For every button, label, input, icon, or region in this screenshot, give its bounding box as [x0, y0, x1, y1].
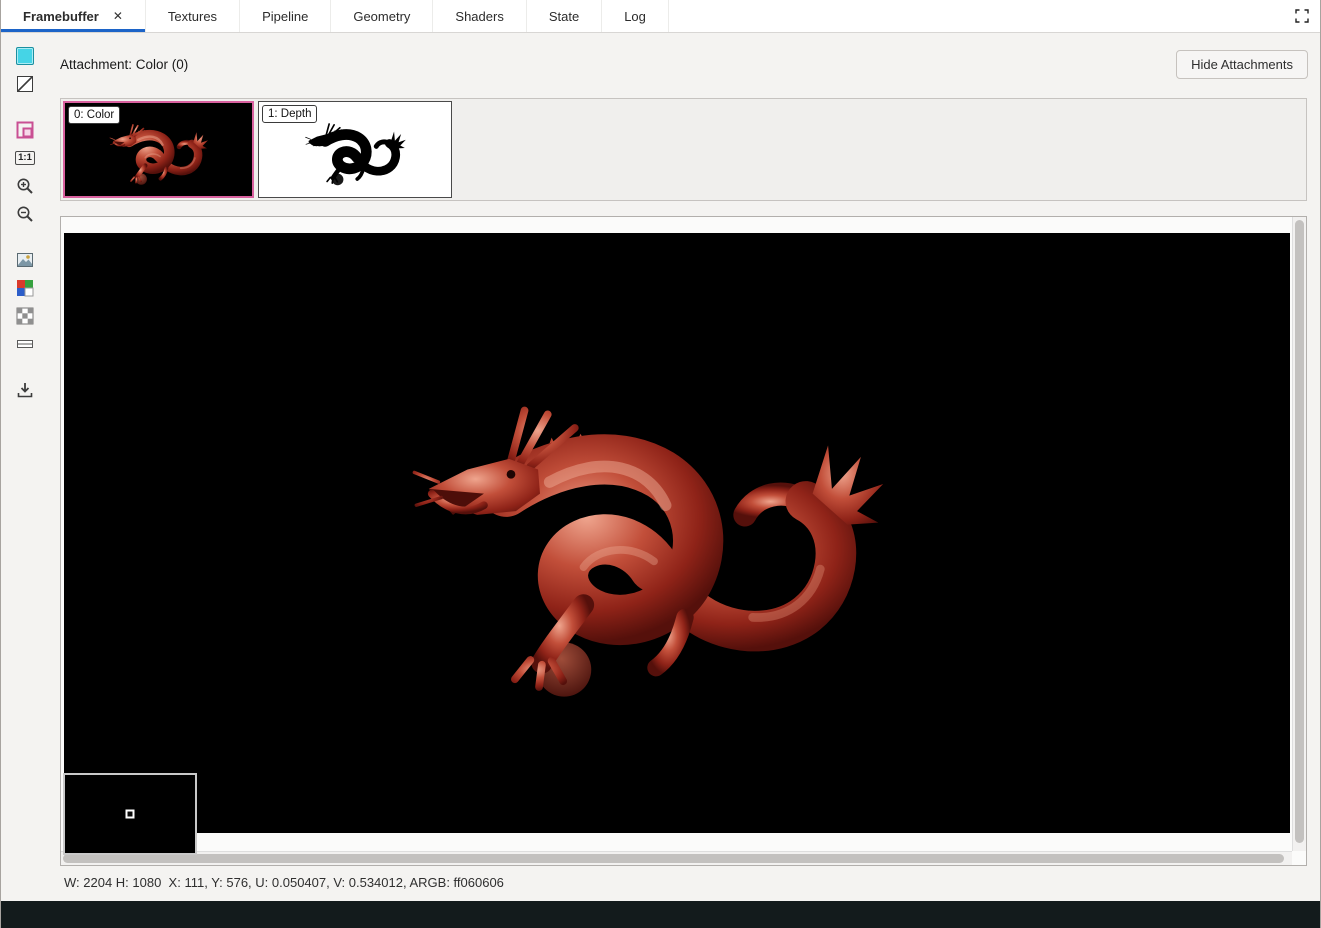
left-toolbar: 1:1 [1, 33, 49, 901]
tab-state-label: State [548, 8, 580, 24]
horizontal-scrollbar-thumb[interactable] [63, 854, 1284, 863]
render-canvas[interactable] [64, 233, 1290, 833]
alpha-slash-icon [16, 75, 34, 93]
attachment-label: Attachment: Color (0) [60, 56, 189, 72]
horizontal-scrollbar[interactable] [61, 851, 1292, 865]
tab-geometry-label: Geometry [353, 8, 411, 24]
texture-viewport [60, 216, 1307, 866]
tab-textures[interactable]: Textures [146, 0, 241, 32]
flip-icon [16, 121, 34, 139]
pixel-status-text: W: 2204 H: 1080 X: 111, Y: 576, U: 0.050… [64, 875, 504, 890]
tab-state[interactable]: State [527, 0, 603, 32]
tab-framebuffer[interactable]: Framebuffer ✕ [1, 0, 146, 32]
tab-shaders-label: Shaders [455, 8, 504, 24]
attachment-depth-badge: 1: Depth [262, 105, 318, 123]
hide-attachments-button[interactable]: Hide Attachments [1176, 49, 1308, 79]
fullscreen-button[interactable] [1284, 0, 1320, 32]
main-body: 1:1 Attachment: Color (0) Hide Attachmen… [1, 33, 1320, 901]
zoom-out-button[interactable] [14, 204, 36, 224]
tab-bar: Framebuffer ✕ Textures Pipeline Geometry… [1, 0, 1320, 33]
solid-color-swatch-icon [16, 47, 34, 65]
tab-pipeline-label: Pipeline [262, 8, 309, 24]
vertical-scrollbar[interactable] [1292, 217, 1306, 851]
tab-bar-spacer [669, 0, 1284, 32]
attachment-color-badge: 0: Color [68, 106, 121, 124]
tab-textures-label: Textures [167, 8, 218, 24]
tab-pipeline[interactable]: Pipeline [240, 0, 332, 32]
attachments-strip: 0: Color 1: Depth [60, 98, 1307, 201]
tab-log-label: Log [624, 8, 646, 24]
zoom-in-button[interactable] [14, 176, 36, 196]
close-tab-icon[interactable]: ✕ [113, 9, 123, 23]
zoom-in-icon [17, 178, 33, 194]
dragon-render [395, 371, 898, 713]
attachment-depth-thumbnail[interactable]: 1: Depth [258, 101, 452, 198]
vertical-scrollbar-thumb[interactable] [1295, 220, 1304, 843]
status-bar: W: 2204 H: 1080 X: 111, Y: 576, U: 0.050… [64, 875, 504, 893]
range-bar-icon [17, 340, 33, 348]
one-to-one-icon: 1:1 [15, 151, 35, 165]
save-download-icon [17, 383, 33, 398]
bottom-bar [1, 901, 1320, 928]
rgb-channels-button[interactable] [14, 278, 36, 298]
attachment-color-thumbnail[interactable]: 0: Color [63, 101, 254, 198]
alpha-background-button[interactable] [14, 74, 36, 94]
save-image-button[interactable] [14, 380, 36, 400]
flip-y-button[interactable] [14, 120, 36, 140]
checkerboard-icon [16, 307, 34, 325]
color-thumbnail-dragon [93, 118, 224, 187]
tab-shaders[interactable]: Shaders [433, 0, 527, 32]
background-color-button[interactable] [14, 46, 36, 66]
tab-framebuffer-label: Framebuffer [23, 8, 99, 24]
picked-pixel-marker [125, 809, 135, 819]
checkerboard-background-button[interactable] [14, 306, 36, 326]
tab-geometry[interactable]: Geometry [331, 0, 434, 32]
fit-image-button[interactable] [14, 250, 36, 270]
tab-log[interactable]: Log [602, 0, 669, 32]
image-icon [17, 253, 33, 267]
zoom-out-icon [17, 206, 33, 222]
app-window: Framebuffer ✕ Textures Pipeline Geometry… [0, 0, 1321, 928]
attachment-header-row: Attachment: Color (0) Hide Attachments [60, 48, 1308, 80]
rgb-channels-icon [17, 280, 34, 297]
zoom-100-button[interactable]: 1:1 [14, 148, 36, 168]
range-bar-button[interactable] [14, 334, 36, 354]
fullscreen-icon [1295, 9, 1309, 23]
pixel-context-overlay [63, 773, 197, 855]
depth-thumbnail-dragon [288, 117, 422, 187]
